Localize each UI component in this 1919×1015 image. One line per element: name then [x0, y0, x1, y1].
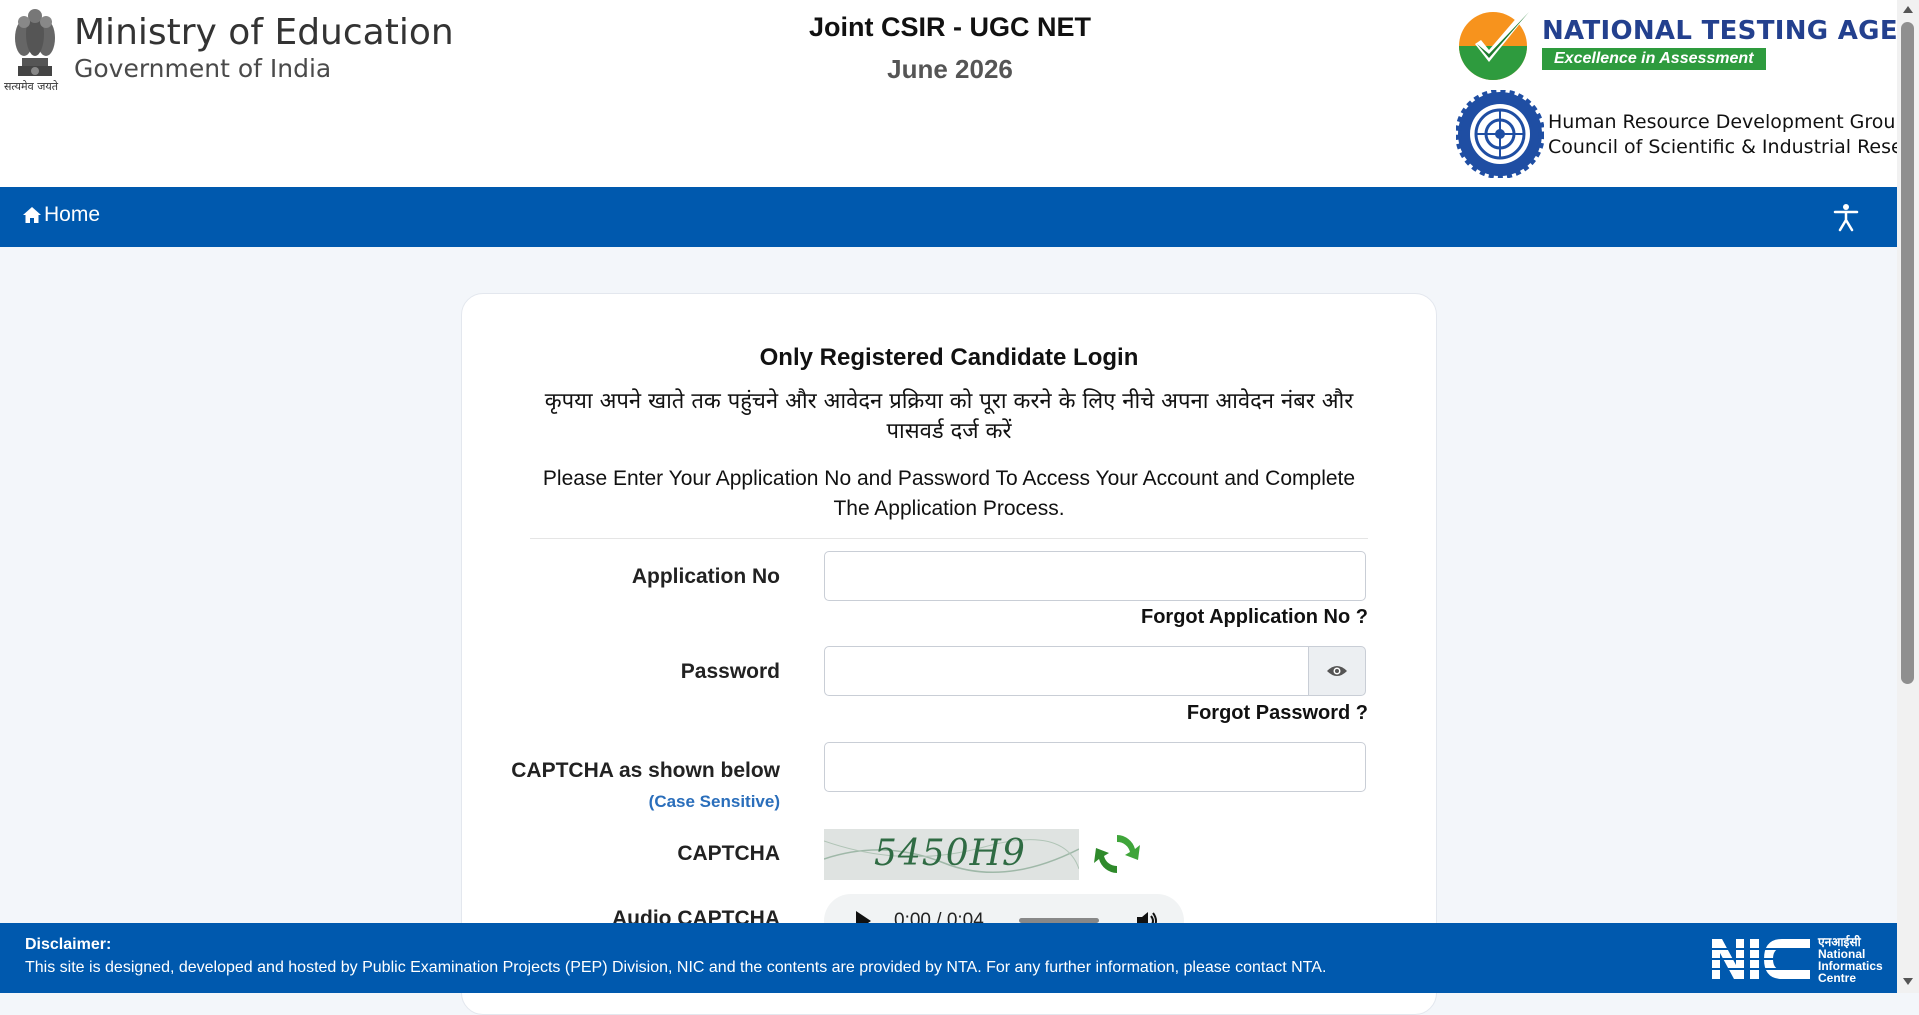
login-title: Only Registered Candidate Login — [759, 344, 1139, 371]
scroll-up-arrow-icon[interactable] — [1903, 6, 1913, 13]
password-label: Password — [680, 660, 780, 683]
site-header: सत्यमेव जयते Ministry of Education Gover… — [0, 0, 1919, 187]
scroll-thumb[interactable] — [1901, 22, 1914, 684]
password-input[interactable] — [824, 646, 1310, 696]
english-instruction: Please Enter Your Application No and Pas… — [542, 467, 1356, 520]
csir-line-2: Council of Scientific & Industrial Resea… — [1548, 136, 1919, 158]
site-footer: Disclaimer: This site is designed, devel… — [0, 923, 1897, 993]
nic-text: एनआईसी National Informatics Centre — [1818, 936, 1883, 984]
home-label: Home — [44, 203, 101, 226]
captcha-text: 5450H9 — [874, 833, 1026, 874]
show-password-button[interactable] — [1308, 646, 1366, 696]
ministry-subtitle: Government of India — [74, 54, 332, 83]
ministry-branding: सत्यमेव जयते Ministry of Education Gover… — [4, 2, 464, 102]
page-scrollbar[interactable] — [1897, 0, 1919, 993]
captcha-input[interactable] — [824, 742, 1366, 792]
accessibility-icon[interactable] — [1830, 201, 1862, 233]
forgot-application-link[interactable]: Forgot Application No ? — [1141, 606, 1368, 629]
main-nav: Home — [0, 187, 1897, 247]
national-emblem-icon — [15, 9, 55, 76]
captcha-input-label-text: CAPTCHA as shown below — [511, 759, 780, 782]
nta-logo-icon — [1459, 8, 1531, 80]
application-no-label: Application No — [631, 565, 780, 588]
captcha-label: CAPTCHA — [677, 842, 780, 865]
application-no-input[interactable] — [824, 551, 1366, 601]
home-link[interactable]: Home — [22, 203, 100, 227]
hindi-instruction: कृपया अपने खाते तक पहुंचने और आवेदन प्रक… — [544, 389, 1354, 444]
eye-icon — [1327, 666, 1347, 676]
case-sensitive-note: (Case Sensitive) — [648, 792, 780, 811]
login-card: Only Registered Candidate Login कृपया अप… — [461, 293, 1437, 1015]
disclaimer-heading: Disclaimer: — [25, 936, 112, 953]
scroll-down-arrow-icon[interactable] — [1903, 978, 1913, 985]
forgot-password-link[interactable]: Forgot Password ? — [1187, 702, 1368, 725]
nic-logo-icon — [1712, 939, 1812, 979]
divider — [530, 538, 1368, 539]
captcha-input-label: CAPTCHA as shown below (Case Sensitive) — [502, 756, 780, 817]
refresh-captcha-icon[interactable] — [1092, 829, 1142, 879]
home-icon — [23, 207, 41, 223]
exam-session: June 2026 — [887, 54, 1013, 84]
emblem-motto: सत्यमेव जयते — [4, 80, 59, 93]
nta-name: NATIONAL TESTING AGENCY — [1542, 16, 1919, 46]
disclaimer-text: This site is designed, developed and hos… — [25, 959, 1327, 976]
csir-logo-icon — [1456, 90, 1544, 178]
captcha-image: 5450H9 — [824, 829, 1079, 880]
csir-line-1: Human Resource Development Group — [1548, 111, 1908, 133]
exam-title: Joint CSIR - UGC NET — [809, 12, 1091, 42]
ministry-title: Ministry of Education — [74, 12, 454, 53]
nic-line-3: Centre — [1818, 971, 1857, 985]
nta-tagline: Excellence in Assessment — [1542, 48, 1766, 70]
